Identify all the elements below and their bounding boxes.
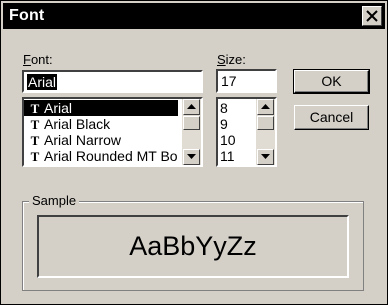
window-title: Font (9, 7, 45, 24)
truetype-icon: T (30, 117, 40, 132)
sample-text: AaBbYyZz (129, 231, 257, 261)
arrow-down-icon (187, 154, 196, 159)
scroll-down-button[interactable] (257, 149, 274, 165)
truetype-icon: T (30, 101, 40, 116)
ok-button[interactable]: OK (293, 69, 370, 94)
font-list-item[interactable]: T Arial (24, 100, 178, 116)
size-input[interactable]: 17 (216, 69, 277, 93)
arrow-up-icon (261, 104, 270, 109)
size-list-scrollbar[interactable] (256, 99, 275, 165)
font-label: Font: (23, 52, 53, 67)
font-name-value: Arial (27, 74, 58, 90)
scroll-down-button[interactable] (183, 149, 200, 165)
font-list[interactable]: T Arial T Arial Black T Arial Narrow T Arial… (22, 97, 203, 167)
arrow-down-icon (261, 154, 270, 159)
font-dialog: Font Font: Arial T Arial T Arial Black T Ar… (0, 0, 388, 305)
scroll-thumb[interactable] (257, 116, 274, 130)
size-list-item[interactable]: 9 (220, 116, 228, 132)
size-value: 17 (221, 73, 237, 89)
close-button[interactable] (362, 6, 382, 26)
sample-preview: AaBbYyZz (37, 215, 349, 278)
font-list-scrollbar[interactable] (182, 99, 201, 165)
size-label: Size: (217, 52, 246, 67)
sample-label: Sample (29, 193, 80, 208)
title-bar[interactable]: Font (3, 3, 385, 29)
font-name-input[interactable]: Arial (22, 70, 203, 93)
size-list[interactable]: 8 9 10 11 (216, 97, 277, 167)
font-list-item[interactable]: T Arial Narrow (24, 132, 121, 148)
truetype-icon: T (30, 133, 40, 148)
truetype-icon: T (30, 149, 40, 164)
scroll-up-button[interactable] (257, 99, 274, 115)
arrow-up-icon (187, 104, 196, 109)
font-list-item[interactable]: T Arial Black (24, 116, 110, 132)
size-list-item[interactable]: 11 (220, 148, 235, 164)
font-list-item[interactable]: T Arial Rounded MT Bo (24, 148, 178, 164)
scroll-thumb[interactable] (183, 116, 200, 130)
scroll-up-button[interactable] (183, 99, 200, 115)
size-list-item[interactable]: 10 (220, 132, 236, 148)
size-list-item[interactable]: 8 (220, 100, 228, 116)
cancel-button[interactable]: Cancel (294, 105, 369, 130)
close-icon (366, 10, 378, 22)
